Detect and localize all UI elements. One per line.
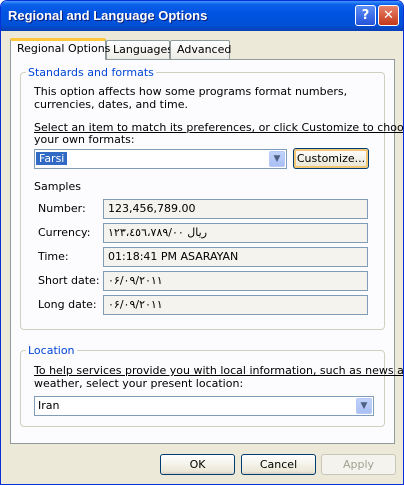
regional-language-dialog: Regional and Language Options ? ✕ Region… <box>0 0 404 485</box>
location-select-value: Iran <box>38 399 60 412</box>
cancel-button-label: Cancel <box>259 458 298 471</box>
sample-value-short-date: ٠۶/٠٩/٢٠١١ <box>103 271 368 291</box>
tab-label: Regional Options <box>17 42 111 55</box>
sample-label-currency: Currency: <box>38 226 91 239</box>
apply-button[interactable]: Apply <box>321 454 396 475</box>
chevron-down-icon[interactable]: ▼ <box>269 151 285 167</box>
location-select[interactable]: Iran ▼ <box>34 396 374 416</box>
sample-value-number: 123,456,789.00 <box>103 199 368 219</box>
ok-button-label: OK <box>189 458 206 471</box>
samples-heading: Samples <box>34 180 81 193</box>
cancel-button[interactable]: Cancel <box>241 454 316 475</box>
standards-formats-legend: Standards and formats <box>28 66 154 79</box>
select-prompt-line2: your own formats: <box>34 133 135 146</box>
tab-panel-regional-options: Standards and formats This option affect… <box>10 59 403 444</box>
tab-label: Advanced <box>177 43 232 56</box>
sample-value-time: 01:18:41 PM ASARAYAN <box>103 247 368 267</box>
chevron-down-icon[interactable]: ▼ <box>356 398 372 414</box>
tab-label: Languages <box>113 43 174 56</box>
sample-value-long-date: ٠۶/٠٩/٢٠١١ <box>103 295 368 315</box>
window-title: Regional and Language Options <box>8 8 208 23</box>
apply-button-label: Apply <box>342 458 375 471</box>
location-legend: Location <box>28 344 75 357</box>
tab-advanced[interactable]: Advanced <box>170 40 232 59</box>
location-description-line1-text: To help services provide you with local … <box>34 364 404 377</box>
ok-button[interactable]: OK <box>160 454 235 475</box>
title-bar[interactable]: Regional and Language Options ? ✕ <box>1 1 403 31</box>
close-button[interactable]: ✕ <box>378 5 399 26</box>
location-description-line2: weather, select your present location: <box>34 377 244 390</box>
sample-value-currency: ريال ١٢٣،٤٥٦،٧٨٩/٠٠ <box>103 223 368 243</box>
format-select[interactable]: Farsi ▼ <box>34 149 287 169</box>
close-icon: ✕ <box>383 8 394 23</box>
customize-button-label: Customize... <box>296 152 366 165</box>
format-select-value: Farsi <box>36 152 68 165</box>
tab-regional-options[interactable]: Regional Options <box>10 38 110 60</box>
sample-label-long-date: Long date: <box>38 298 97 311</box>
customize-button[interactable]: Customize... <box>293 148 369 169</box>
tab-languages[interactable]: Languages <box>106 40 174 59</box>
sample-label-short-date: Short date: <box>38 274 100 287</box>
sample-label-time: Time: <box>38 250 69 263</box>
help-icon: ? <box>361 8 370 23</box>
sample-label-number: Number: <box>38 202 86 215</box>
standards-description: This option affects how some programs fo… <box>34 85 348 111</box>
location-description-line1: To help services provide you with local … <box>34 364 403 377</box>
help-button[interactable]: ? <box>355 5 376 26</box>
